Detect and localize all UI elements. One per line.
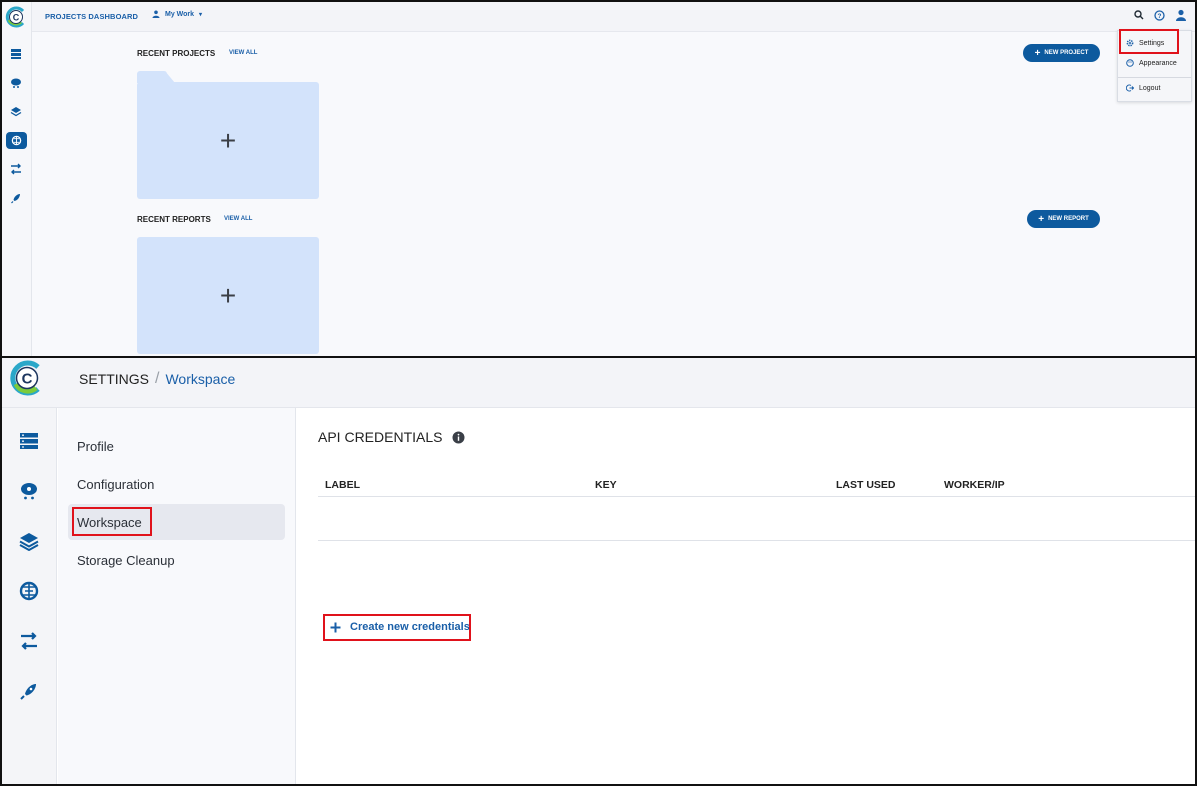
api-credentials-heading: API CREDENTIALS (318, 429, 465, 445)
plus-icon: + (1034, 47, 1041, 59)
projects-icon[interactable] (9, 47, 23, 61)
menu-item-label: Appearance (1139, 59, 1177, 67)
plus-icon: + (1038, 213, 1045, 225)
orchestration-icon[interactable] (9, 162, 23, 176)
projects-icon[interactable] (18, 430, 40, 452)
orchestration-icon[interactable] (18, 630, 40, 652)
projects-dashboard-screenshot: C PROJECTS DASHBOARD My Work ▾ ? RECENT … (0, 0, 1197, 357)
logout-icon (1126, 84, 1134, 92)
settings-side-menu: Profile Configuration Workspace Storage … (58, 408, 296, 784)
recent-projects-label: RECENT PROJECTS (137, 49, 216, 58)
palette-icon (1126, 59, 1134, 67)
recent-reports-label: RECENT REPORTS (137, 215, 211, 224)
left-nav-rail: C (2, 2, 32, 357)
menu-item-logout[interactable]: Logout (1118, 79, 1191, 97)
view-all-reports-link[interactable]: VIEW ALL (224, 216, 252, 222)
breadcrumb-workspace: Workspace (165, 371, 236, 387)
workspace-selector-label: My Work (165, 10, 195, 18)
settings-menu-profile[interactable]: Profile (68, 428, 285, 464)
settings-menu-storage-cleanup[interactable]: Storage Cleanup (68, 542, 285, 578)
launch-icon[interactable] (9, 191, 23, 205)
menu-item-settings[interactable]: Settings (1118, 34, 1191, 52)
gear-icon (1126, 39, 1134, 47)
settings-menu-workspace[interactable]: Workspace (68, 504, 285, 540)
workspace-selector[interactable]: My Work ▾ (152, 10, 202, 18)
workspace-settings-content: API CREDENTIALS LABEL KEY LAST USED WORK… (297, 408, 1195, 784)
menu-item-label: Logout (1139, 84, 1161, 92)
settings-workspace-screenshot: C SETTINGS / Workspace Profile Configura… (0, 358, 1197, 786)
app-logo[interactable]: C (8, 358, 46, 398)
top-header-bar: PROJECTS DASHBOARD My Work ▾ ? (32, 2, 1195, 32)
user-icon[interactable] (1175, 9, 1187, 21)
search-icon[interactable] (1134, 10, 1144, 20)
column-header-worker-ip: WORKER/IP (944, 479, 1005, 491)
launch-icon[interactable] (18, 680, 40, 702)
menu-item-label: Settings (1139, 39, 1165, 47)
settings-menu-configuration[interactable]: Configuration (68, 466, 285, 502)
api-credentials-title: API CREDENTIALS (318, 429, 443, 445)
svg-text:C: C (22, 371, 33, 388)
new-project-card[interactable]: + (137, 82, 319, 199)
column-header-label: LABEL (325, 479, 360, 491)
datasets-icon[interactable] (18, 480, 40, 502)
plus-icon (330, 622, 341, 632)
create-credentials-link[interactable]: Create new credentials (330, 621, 470, 633)
models-icon[interactable] (18, 580, 40, 602)
svg-text:C: C (13, 13, 20, 23)
info-icon[interactable] (452, 431, 465, 444)
datasets-icon[interactable] (9, 76, 23, 90)
profile-dropdown-menu: Settings Appearance Logout (1117, 30, 1192, 102)
breadcrumb-separator: / (155, 370, 160, 387)
new-report-button[interactable]: + NEW REPORT (1027, 210, 1100, 228)
models-icon[interactable] (6, 132, 27, 149)
menu-divider (1118, 77, 1191, 78)
create-credentials-label: Create new credentials (350, 621, 470, 633)
breadcrumb-settings[interactable]: SETTINGS (79, 371, 149, 387)
svg-text:?: ? (1158, 13, 1162, 20)
help-icon[interactable]: ? (1154, 9, 1165, 21)
plus-icon: + (219, 124, 237, 156)
table-bottom-divider (318, 540, 1195, 541)
menu-item-appearance[interactable]: Appearance (1118, 54, 1191, 72)
new-report-card[interactable]: + (137, 237, 319, 354)
app-logo[interactable]: C (4, 5, 28, 29)
column-header-last-used: LAST USED (836, 479, 896, 491)
new-report-label: NEW REPORT (1048, 216, 1089, 222)
pipelines-icon[interactable] (9, 105, 23, 119)
view-all-projects-link[interactable]: VIEW ALL (229, 50, 257, 56)
left-nav-rail (2, 408, 57, 784)
table-header-divider (318, 496, 1195, 497)
breadcrumb: SETTINGS / Workspace (79, 370, 235, 388)
plus-icon: + (219, 279, 237, 311)
person-icon (152, 10, 160, 18)
column-header-key: KEY (595, 479, 617, 491)
chevron-down-icon: ▾ (199, 11, 203, 18)
pipelines-icon[interactable] (18, 530, 40, 552)
settings-header-bar: C SETTINGS / Workspace (2, 358, 1195, 408)
new-project-label: NEW PROJECT (1044, 50, 1089, 56)
new-project-button[interactable]: + NEW PROJECT (1023, 44, 1100, 62)
page-title: PROJECTS DASHBOARD (45, 12, 139, 21)
